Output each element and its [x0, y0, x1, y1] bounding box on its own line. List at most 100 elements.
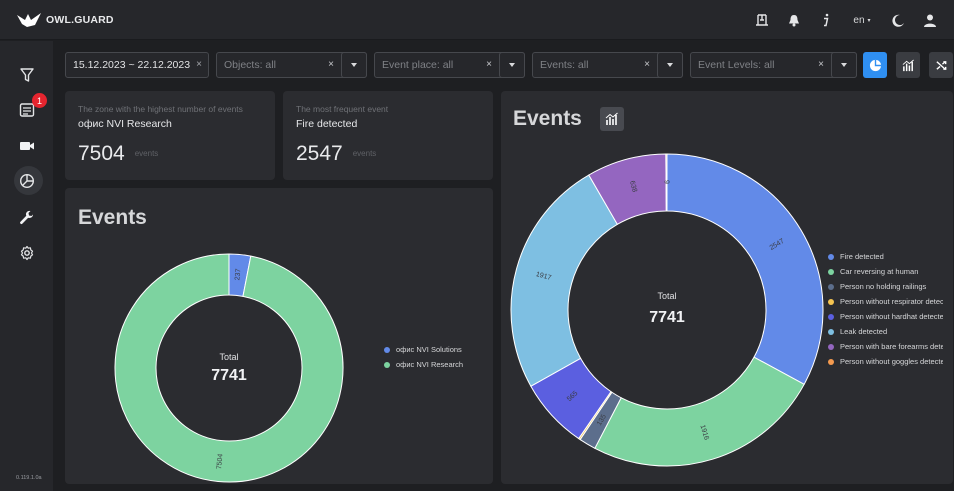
event-types-card: Events 2547 1916 135 565 1917 638 9 Total 7741 F… [501, 91, 953, 484]
info-icon[interactable] [810, 0, 842, 40]
legend-item[interactable]: офис NVI Research [384, 357, 489, 372]
legend-label: Person without respirator detected [840, 297, 943, 306]
owl-logo-icon [17, 13, 41, 27]
legend-item[interactable]: Person without respirator detected [828, 294, 943, 309]
legend-item[interactable]: Car reversing at human [828, 264, 943, 279]
zone-events-legend: офис NVI Solutions офис NVI Research [384, 342, 489, 372]
app-logo[interactable]: OWL.GUARD [16, 11, 114, 29]
user-icon[interactable] [914, 0, 946, 40]
top-zone-name: офис NVI Research [78, 118, 172, 130]
language-selector[interactable]: en ▾ [842, 0, 882, 40]
legend-label: Leak detected [840, 327, 888, 336]
legend-item[interactable]: Person no holding railings [828, 279, 943, 294]
gear-icon [20, 245, 33, 261]
language-label: en [853, 14, 865, 26]
event-levels-filter[interactable]: Event Levels: all × [690, 52, 857, 78]
top-zone-value-row: 7504 events [78, 142, 158, 166]
clear-events-icon[interactable]: × [644, 59, 650, 70]
bar-view-button[interactable] [896, 52, 920, 78]
donut-slice[interactable] [594, 356, 805, 467]
chevron-down-icon: ▾ [867, 17, 871, 24]
sidebar: 1 0.119.1.0a [0, 41, 53, 491]
shuffle-button[interactable] [929, 52, 953, 78]
donut-slice[interactable] [510, 174, 619, 387]
zone-events-donut-chart: 237 7504 Total 7741 [114, 253, 344, 483]
donut-center-label: Total [219, 352, 238, 362]
sidebar-item-events[interactable]: 1 [0, 93, 53, 127]
clear-event-place-icon[interactable]: × [486, 59, 492, 70]
legend-item[interactable]: Person without hardhat detected [828, 309, 943, 324]
legend-color-dot [828, 268, 834, 275]
sidebar-item-tools[interactable] [0, 201, 53, 235]
date-range-picker[interactable]: 15.12.2023 ~ 22.12.2023 × [65, 52, 209, 78]
top-zone-value: 7504 [78, 142, 125, 165]
frequent-event-label: The most frequent event [296, 104, 389, 114]
legend-label: Fire detected [840, 252, 884, 261]
top-bar: OWL.GUARD en ▾ [0, 0, 954, 40]
clear-event-levels-icon[interactable]: × [818, 59, 824, 70]
frequent-event-unit: events [352, 149, 377, 158]
frequent-event-value-row: 2547 events [296, 142, 376, 166]
donut-total-value: 7741 [649, 309, 685, 326]
donut-center-label: Total [657, 291, 676, 301]
event-levels-filter-label: Event Levels: all [698, 59, 775, 71]
slice-value-label: 237 [234, 268, 242, 280]
legend-color-dot [828, 328, 834, 335]
legend-label: офис NVI Research [396, 360, 464, 369]
chevron-down-icon [841, 63, 847, 67]
chevron-down-icon [351, 63, 357, 67]
shuffle-icon [935, 60, 946, 70]
slice-value-label: 7504 [216, 453, 224, 469]
chevron-down-icon [667, 63, 673, 67]
legend-label: Person with bare forearms detected [840, 342, 943, 351]
sidebar-item-filter[interactable] [0, 58, 53, 92]
bar-chart-icon [902, 59, 914, 71]
legend-item[interactable]: офис NVI Solutions [384, 342, 489, 357]
legend-item[interactable]: Person with bare forearms detected [828, 339, 943, 354]
event-place-filter-label: Event place: all [382, 59, 454, 71]
donut-slice[interactable] [666, 153, 824, 385]
legend-color-dot [828, 283, 834, 290]
sidebar-item-cameras[interactable] [0, 129, 53, 163]
date-range-value: 15.12.2023 ~ 22.12.2023 [73, 59, 191, 71]
wrench-icon [19, 210, 33, 224]
top-actions: en ▾ [746, 0, 946, 40]
objects-filter[interactable]: Objects: all × [216, 52, 367, 78]
top-zone-label: The zone with the highest number of even… [78, 104, 243, 114]
sidebar-item-analytics[interactable] [0, 164, 53, 198]
events-filter-label: Events: all [540, 59, 589, 71]
legend-label: Person without goggles detected [840, 357, 943, 366]
camera-icon [19, 142, 34, 150]
legend-label: офис NVI Solutions [396, 345, 462, 354]
legend-item[interactable]: Person without goggles detected [828, 354, 943, 369]
zone-events-card: Events 237 7504 Total 7741 офис NVI Solutio… [65, 188, 493, 484]
legend-color-dot [828, 343, 834, 350]
events-dropdown-toggle[interactable] [657, 52, 683, 78]
clear-objects-icon[interactable]: × [328, 59, 334, 70]
legend-item[interactable]: Fire detected [828, 249, 943, 264]
legend-color-dot [828, 298, 834, 305]
objects-filter-label: Objects: all [224, 59, 276, 71]
sidebar-item-settings[interactable] [0, 236, 53, 270]
antenna-icon[interactable] [746, 0, 778, 40]
pie-chart-icon [19, 173, 34, 189]
legend-color-dot [828, 253, 834, 260]
bell-icon[interactable] [778, 0, 810, 40]
moon-icon[interactable] [882, 0, 914, 40]
events-filter[interactable]: Events: all × [532, 52, 683, 78]
event-place-filter[interactable]: Event place: all × [374, 52, 525, 78]
event-levels-dropdown-toggle[interactable] [831, 52, 857, 78]
legend-label: Car reversing at human [840, 267, 919, 276]
slice-value-label: 9 [663, 180, 670, 184]
legend-color-dot [828, 313, 834, 320]
clear-date-icon[interactable]: × [196, 59, 202, 70]
legend-color-dot [828, 358, 834, 365]
top-zone-unit: events [134, 149, 159, 158]
event-place-dropdown-toggle[interactable] [499, 52, 525, 78]
objects-dropdown-toggle[interactable] [341, 52, 367, 78]
legend-color-dot [384, 346, 390, 353]
legend-item[interactable]: Leak detected [828, 324, 943, 339]
notification-badge: 1 [32, 93, 47, 108]
frequent-event-name: Fire detected [296, 118, 358, 130]
pie-view-button[interactable] [863, 52, 887, 78]
